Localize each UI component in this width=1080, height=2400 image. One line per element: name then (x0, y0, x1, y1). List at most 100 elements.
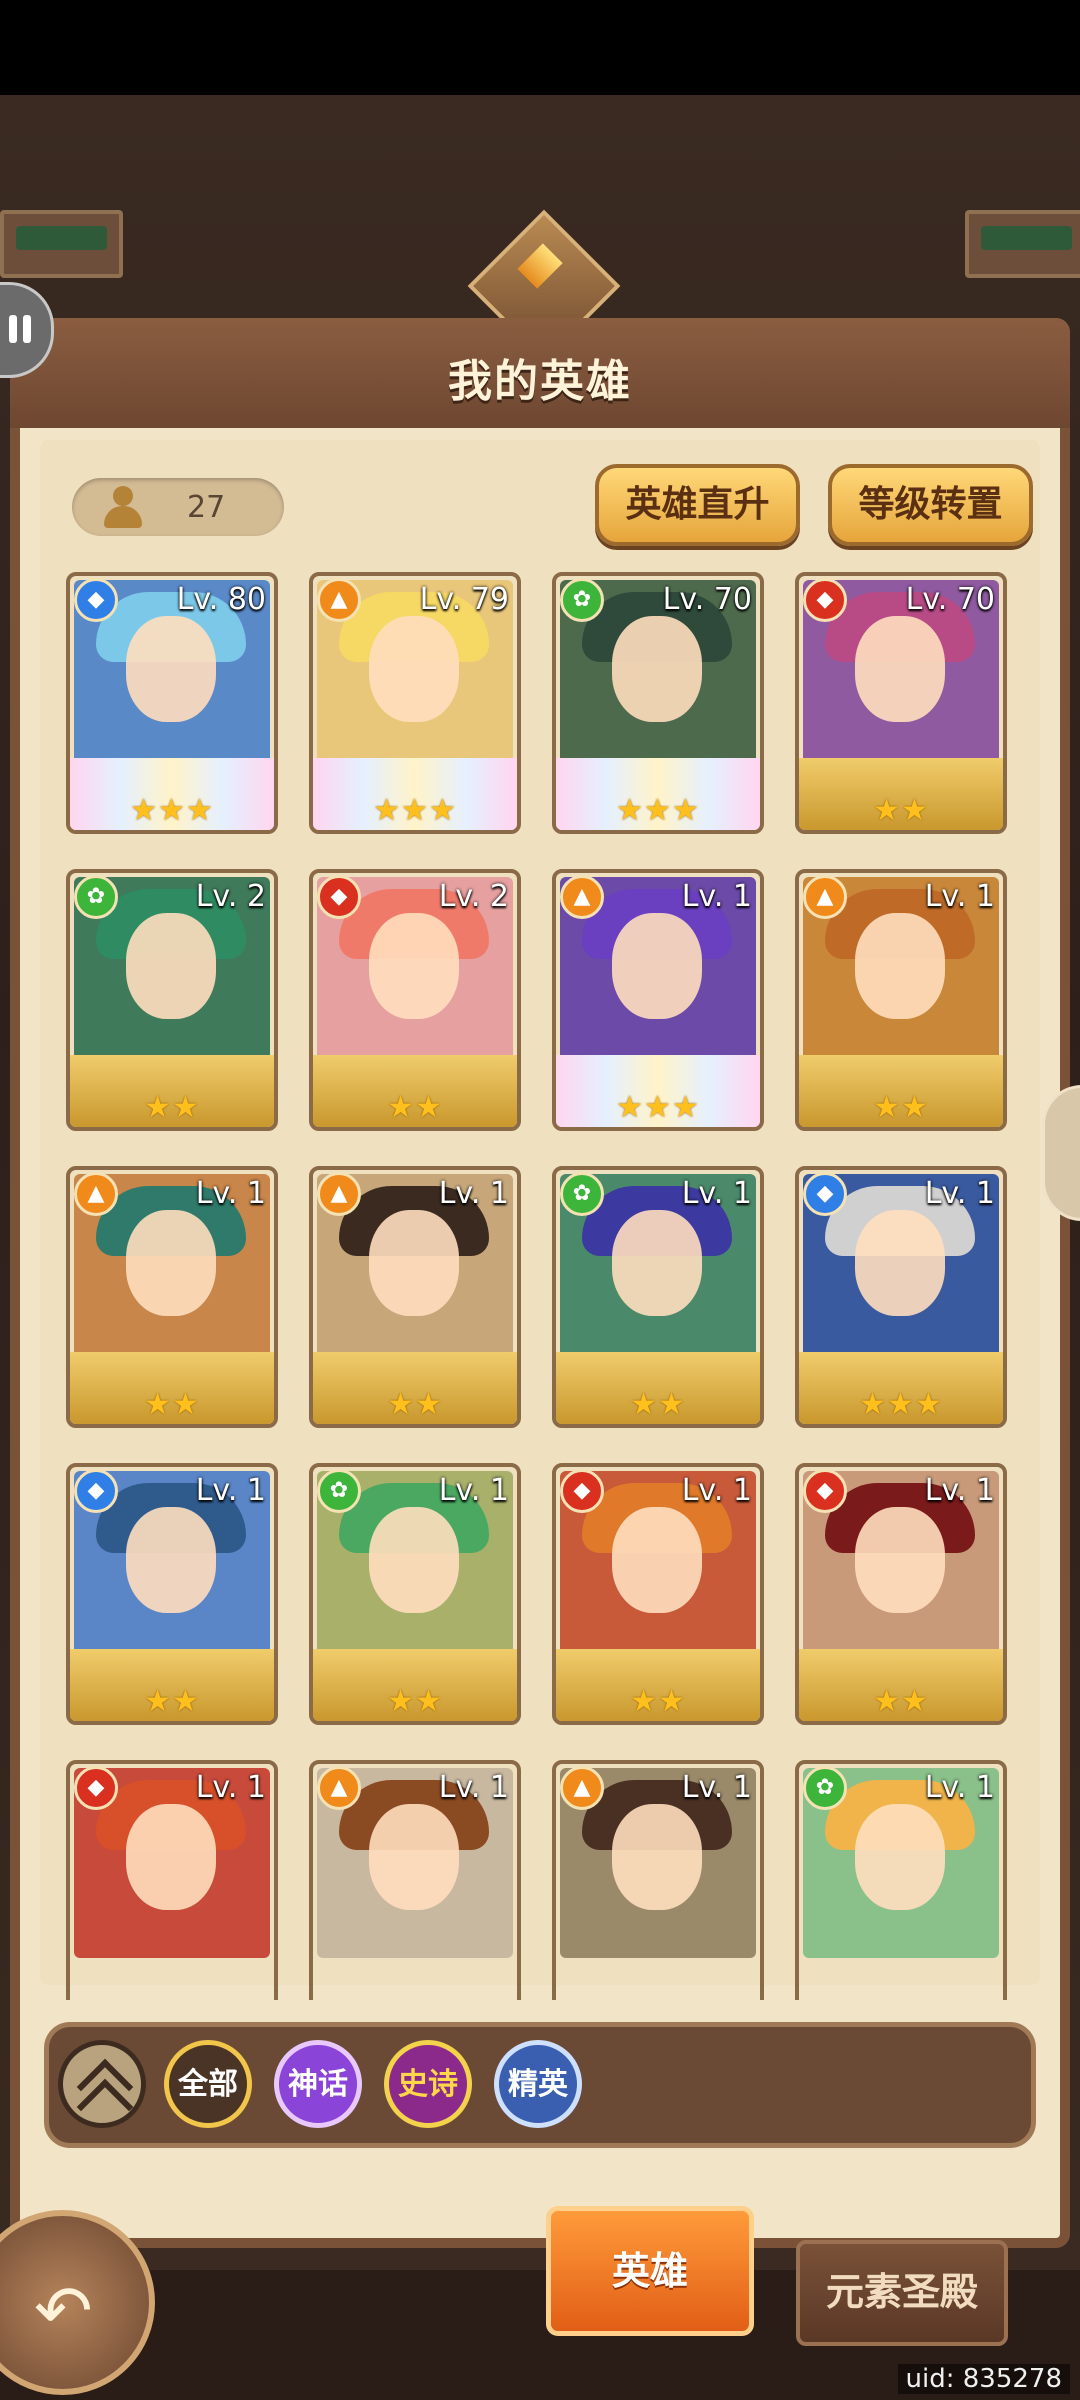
hero-card[interactable]: ★★ ▲ Lv. 1 (66, 1166, 278, 1428)
hero-face (612, 913, 702, 1019)
hero-count: 27 (187, 490, 226, 525)
pause-icon (9, 315, 17, 343)
star-rating: ★★ (630, 1684, 686, 1719)
hero-card[interactable]: ★★★ ▲ Lv. 79 (309, 572, 521, 834)
hero-face (369, 913, 459, 1019)
element-fire-icon: ▲ (803, 875, 847, 919)
element-glyph: ✿ (815, 1775, 835, 1800)
hero-card[interactable]: ★★ ◆ Lv. 1 (795, 1463, 1007, 1725)
filter-chip[interactable]: 神话 (274, 2040, 362, 2128)
hero-level: Lv. 1 (924, 1473, 995, 1508)
hero-card[interactable]: ★★★ ◆ Lv. 80 (66, 572, 278, 834)
element-wind-icon: ✿ (317, 1469, 361, 1513)
element-water-icon: ◆ (74, 1469, 118, 1513)
element-glyph: ✿ (329, 1478, 349, 1503)
hero-card[interactable]: ★★ ✿ Lv. 1 (309, 1463, 521, 1725)
pause-icon-bar (23, 315, 31, 343)
hero-card[interactable]: ★★ ▲ Lv. 1 (795, 869, 1007, 1131)
hero-face (126, 616, 216, 722)
element-glyph: ✿ (86, 884, 106, 909)
level-transfer-button[interactable]: 等级转置 (828, 464, 1033, 546)
tab-heroes[interactable]: 英雄 (546, 2206, 754, 2336)
hero-face (855, 913, 945, 1019)
star-rating: ★★ (387, 1387, 443, 1422)
hero-card[interactable]: ★★★ ✿ Lv. 70 (552, 572, 764, 834)
page-title: 我的英雄 (448, 356, 632, 407)
element-fire-icon: ▲ (317, 578, 361, 622)
element-water-icon: ◆ (74, 578, 118, 622)
hero-level: Lv. 1 (924, 1770, 995, 1805)
element-flame-icon: ◆ (317, 875, 361, 919)
hero-card[interactable]: ★★ ◆ Lv. 70 (795, 572, 1007, 834)
hero-level: Lv. 1 (681, 1176, 752, 1211)
element-glyph: ◆ (816, 1181, 834, 1206)
hero-face (369, 1210, 459, 1316)
star-rating: ★★ (630, 1387, 686, 1422)
element-glyph: ◆ (816, 587, 834, 612)
element-water-icon: ◆ (803, 1172, 847, 1216)
star-rating: ★★ (144, 1090, 200, 1125)
filter-chip[interactable]: 史诗 (384, 2040, 472, 2128)
hero-face (612, 1507, 702, 1613)
hero-face (612, 616, 702, 722)
star-rating: ★★ (873, 1090, 929, 1125)
element-flame-icon: ◆ (803, 578, 847, 622)
element-flame-icon: ◆ (560, 1469, 604, 1513)
element-fire-icon: ▲ (74, 1172, 118, 1216)
hero-face (126, 1210, 216, 1316)
hero-card[interactable]: ★★ ◆ Lv. 2 (309, 869, 521, 1131)
star-rating: ★★ (873, 793, 929, 828)
element-wind-icon: ✿ (74, 875, 118, 919)
element-glyph: ◆ (816, 1478, 834, 1503)
hero-level: Lv. 1 (924, 879, 995, 914)
hero-face (855, 1507, 945, 1613)
hero-level: Lv. 1 (195, 1770, 266, 1805)
hero-level: Lv. 79 (419, 582, 509, 617)
hero-face (126, 1804, 216, 1910)
hero-level: Lv. 70 (905, 582, 995, 617)
hero-level: Lv. 1 (438, 1770, 509, 1805)
element-fire-icon: ▲ (317, 1766, 361, 1810)
hero-card[interactable]: ★★★ ▲ Lv. 1 (552, 869, 764, 1131)
star-rating: ★★ (387, 1090, 443, 1125)
element-fire-icon: ▲ (560, 875, 604, 919)
element-glyph: ◆ (87, 1775, 105, 1800)
filter-chip[interactable]: 全部 (164, 2040, 252, 2128)
hero-face (369, 1507, 459, 1613)
back-arrow-icon: ↶ (34, 2270, 93, 2352)
hero-face (612, 1210, 702, 1316)
hero-level: Lv. 1 (924, 1176, 995, 1211)
tab-element-temple[interactable]: 元素圣殿 (796, 2240, 1008, 2346)
element-glyph: ✿ (572, 587, 592, 612)
status-bar (0, 0, 1080, 95)
hero-face (126, 913, 216, 1019)
hero-card[interactable]: ★★ ▲ Lv. 1 (309, 1166, 521, 1428)
collapse-button[interactable] (58, 2040, 146, 2136)
element-glyph: ▲ (330, 1181, 348, 1206)
element-wind-icon: ✿ (803, 1766, 847, 1810)
side-expand-button[interactable] (1042, 1085, 1080, 1221)
hero-face (612, 1804, 702, 1910)
hero-level: Lv. 1 (681, 879, 752, 914)
hero-level: Lv. 1 (438, 1473, 509, 1508)
hero-level: Lv. 1 (438, 1176, 509, 1211)
hero-face (369, 616, 459, 722)
hero-level: Lv. 1 (195, 1473, 266, 1508)
direct-upgrade-button[interactable]: 英雄直升 (595, 464, 800, 546)
hero-card[interactable]: ★★ ✿ Lv. 2 (66, 869, 278, 1131)
hero-card[interactable]: ★★ ◆ Lv. 1 (66, 1463, 278, 1725)
person-icon (102, 486, 144, 528)
element-wind-icon: ✿ (560, 1172, 604, 1216)
filter-chip[interactable]: 精英 (494, 2040, 582, 2128)
element-glyph: ▲ (573, 884, 591, 909)
star-rating: ★★ (144, 1387, 200, 1422)
element-glyph: ▲ (816, 884, 834, 909)
hero-card[interactable]: ★★ ✿ Lv. 1 (552, 1166, 764, 1428)
left-pillar-ornament (0, 210, 123, 278)
hero-level: Lv. 1 (195, 1176, 266, 1211)
hero-card[interactable]: ★★ ◆ Lv. 1 (552, 1463, 764, 1725)
hero-card[interactable]: ★★★ ◆ Lv. 1 (795, 1166, 1007, 1428)
hero-face (855, 616, 945, 722)
element-glyph: ▲ (87, 1181, 105, 1206)
element-glyph: ✿ (572, 1181, 592, 1206)
